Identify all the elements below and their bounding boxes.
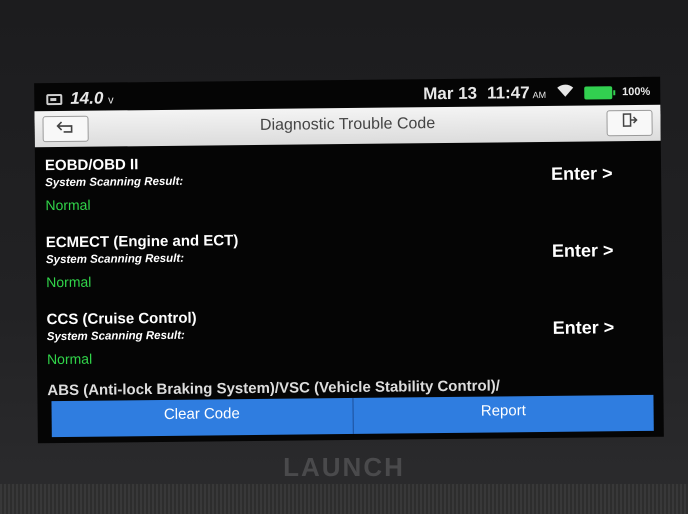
voltage-value: 14.0: [70, 88, 104, 108]
time-ampm: AM: [532, 89, 547, 101]
device-edge: [0, 484, 688, 514]
device-screen: 14.0 v Mar 13 11:47 AM 100% Diagnostic Tr…: [34, 76, 664, 444]
list-item: CCS (Cruise Control) System Scanning Res…: [36, 295, 663, 379]
device-frame: 14.0 v Mar 13 11:47 AM 100% Diagnostic Tr…: [0, 0, 688, 514]
status-date: Mar 13: [423, 83, 478, 104]
status-left: 14.0 v: [46, 88, 114, 109]
system-result-label: System Scanning Result:: [45, 175, 184, 190]
enter-button[interactable]: Enter >: [552, 240, 614, 262]
enter-button[interactable]: Enter >: [553, 317, 615, 339]
brand-logo: LAUNCH: [283, 452, 405, 482]
system-status: Normal: [45, 196, 91, 214]
clear-code-button[interactable]: Clear Code: [51, 397, 354, 438]
system-status: Normal: [46, 273, 92, 291]
voltage-unit: v: [108, 94, 114, 107]
system-name: CCS (Cruise Control): [46, 309, 197, 329]
report-button[interactable]: Report: [353, 395, 654, 434]
system-result-label: System Scanning Result:: [46, 329, 185, 344]
status-time: 11:47 AM: [487, 83, 546, 104]
enter-button[interactable]: Enter >: [551, 163, 613, 185]
system-result-label: System Scanning Result:: [45, 252, 185, 267]
voltage-readout: 14.0 v: [70, 88, 114, 108]
list-item: EOBD/OBD II System Scanning Result: Norm…: [35, 141, 662, 225]
time-value: 11:47: [486, 83, 530, 103]
battery-level-icon: [584, 85, 613, 100]
exit-button[interactable]: [606, 109, 653, 137]
system-name: ECMECT (Engine and ECT): [45, 232, 239, 252]
system-name: EOBD/OBD II: [44, 156, 139, 175]
wifi-icon: [556, 84, 574, 102]
list-item: ECMECT (Engine and ECT) System Scanning …: [36, 218, 663, 302]
system-name: ABS (Anti-lock Braking System)/VSC (Vehi…: [47, 377, 500, 400]
battery-percent: 100%: [622, 85, 651, 99]
system-status: Normal: [46, 350, 93, 368]
status-right: Mar 13 11:47 AM 100%: [423, 82, 650, 104]
battery-icon: [46, 93, 63, 105]
exit-icon: [621, 113, 638, 132]
page-title: Diagnostic Trouble Code: [259, 115, 436, 134]
action-bar: Clear Code Report: [51, 394, 654, 438]
